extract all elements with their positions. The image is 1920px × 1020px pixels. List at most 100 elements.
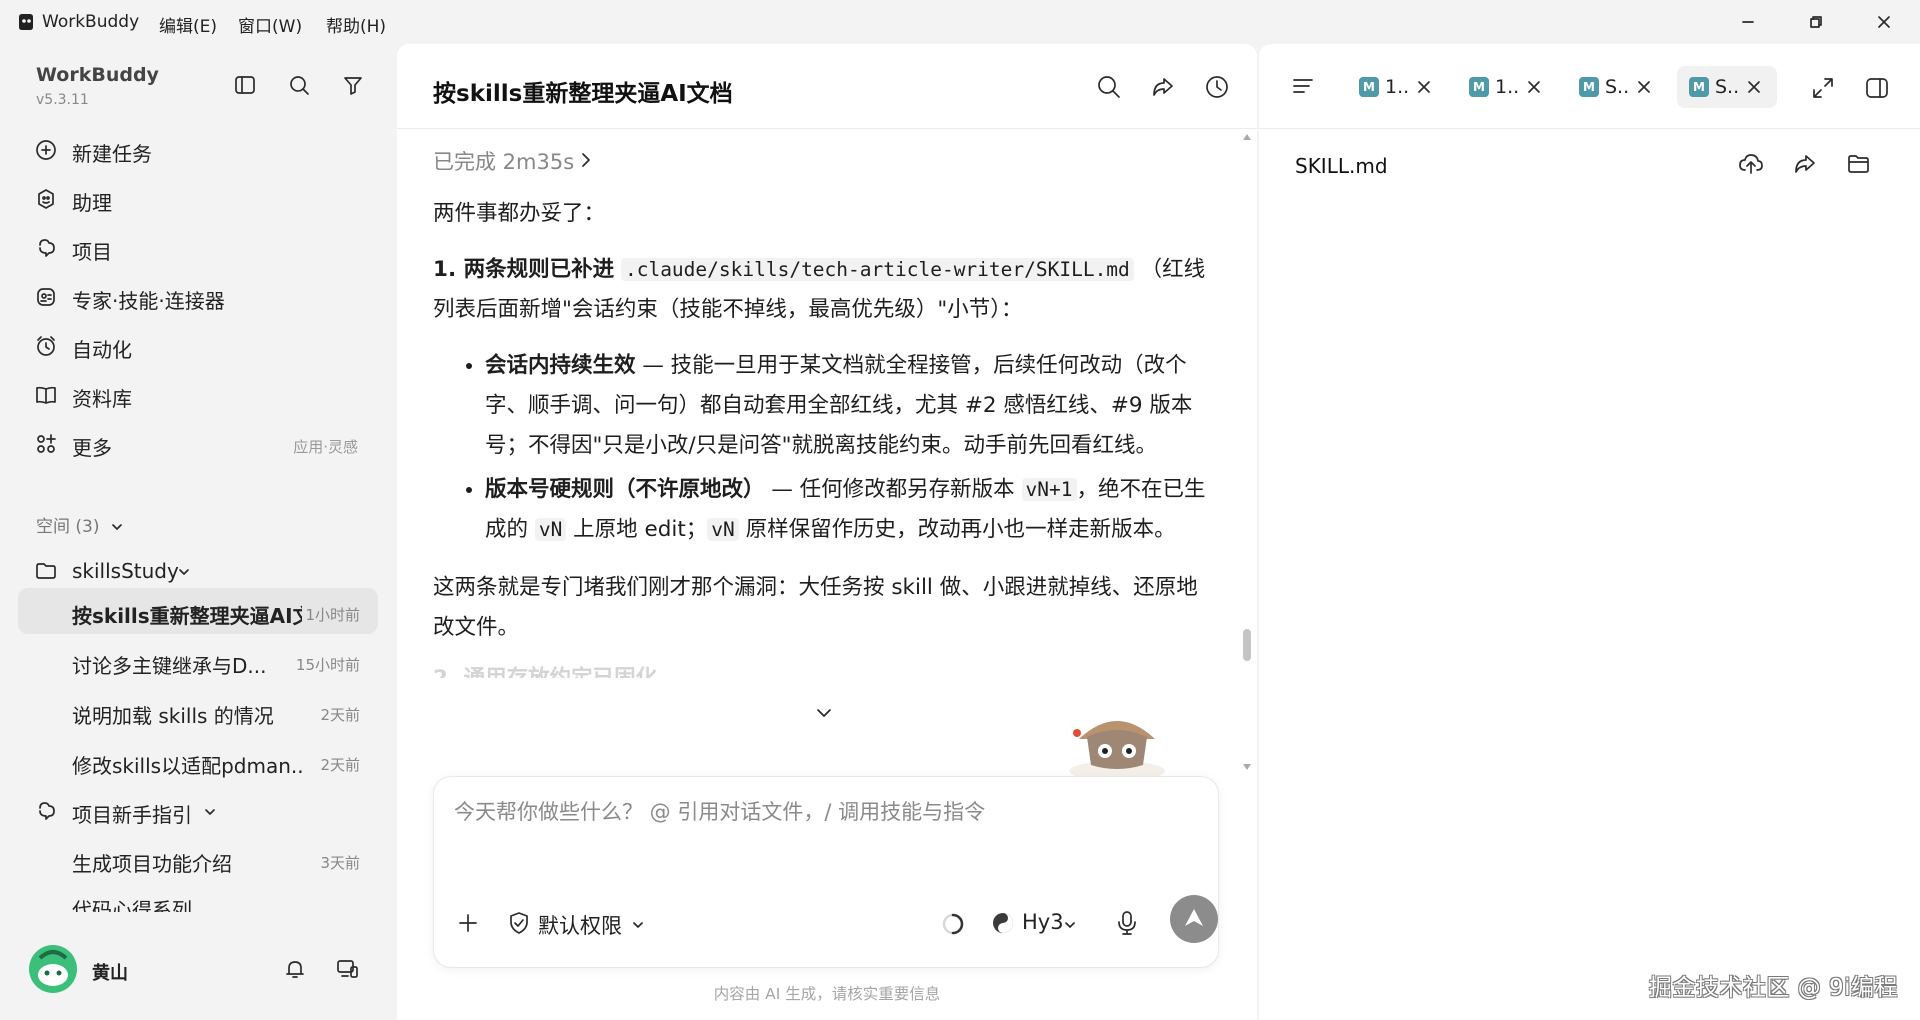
nav-more[interactable]: 更多 应用·灵感 [18,422,378,464]
tab-list-icon[interactable] [1289,72,1317,100]
expand-icon[interactable] [1809,74,1837,102]
space-header-label: 空间 (3) [36,517,100,537]
send-button[interactable] [1170,895,1218,943]
close-window-icon[interactable] [1872,10,1896,34]
chevron-right-icon[interactable] [579,151,593,169]
app-version: v5.3.11 [36,92,89,108]
send-arrow-icon [1185,909,1203,926]
inline-code: vN+1 [1021,478,1077,501]
task-time: 3天前 [320,854,360,872]
tab-file-4-active[interactable]: M S.. [1677,66,1777,108]
task-item[interactable]: 生成项目功能介绍 3天前 [18,836,378,882]
tab-file-1[interactable]: M 1.. [1347,66,1447,108]
ai-disclaimer: 内容由 AI 生成，请核实重要信息 [713,985,941,1003]
title-bar: WorkBuddy 编辑(E) 窗口(W) 帮助(H) [0,0,1920,44]
model-logo-icon [993,913,1013,933]
menu-window[interactable]: 窗口(W) [238,12,302,37]
task-item[interactable]: 修改skills以适配pdman... 2天前 [18,738,378,784]
scroll-down-arrow[interactable] [1243,764,1251,770]
expert-icon [37,288,55,306]
list-item: 会话内持续生效 — 技能一旦用于某文档就全程接管，后续任何改动（改个字、顺手调、… [485,346,1213,466]
nav-new-task[interactable]: 新建任务 [18,128,378,170]
chevron-down-icon [112,524,122,530]
nav-label: 项目 [72,240,112,264]
group-partial[interactable]: 代码心得系列 [18,896,378,912]
chevron-down-icon [1065,922,1075,928]
nav-experts[interactable]: 专家·技能·连接器 [18,275,378,317]
group-label: 代码心得系列 [72,898,192,912]
scrollbar-thumb[interactable] [1243,629,1251,661]
markdown-file-icon: M [1359,77,1379,97]
task-item-active[interactable]: 按skills重新整理夹逼AI文档 1小时前 [18,588,378,634]
message-input[interactable] [452,799,1196,825]
task-item[interactable]: 讨论多主键继承与D... 15小时前 [18,638,378,684]
app-name: WorkBuddy [42,12,140,32]
task-title: 修改skills以适配pdman... [72,754,302,778]
nav-library[interactable]: 资料库 [18,373,378,415]
close-icon[interactable] [1415,78,1433,96]
scroll-to-bottom-icon[interactable] [813,702,835,724]
space-header[interactable]: 空间 (3) [36,512,123,537]
search-icon[interactable] [1094,72,1124,102]
assistant-message: 两件事都办妥了： 1. 两条规则已补进 .claude/skills/tech-… [433,194,1213,694]
group-onboarding[interactable]: 项目新手指引 [18,790,378,830]
bullet-title: 版本号硬规则（不许原地改） [485,477,765,502]
nav-automation[interactable]: 自动化 [18,324,378,366]
nav-label: 资料库 [72,387,132,411]
history-icon[interactable] [1202,72,1232,102]
chevron-down-icon [179,569,189,575]
task-title: 讨论多主键继承与D... [72,654,267,678]
scroll-up-arrow[interactable] [1243,134,1251,140]
add-attachment-icon[interactable] [454,909,482,937]
task-time: 2天前 [320,756,360,774]
assistant-icon [38,189,54,209]
grid-icon [37,434,56,453]
task-title: 按skills重新整理夹逼AI文档 [72,604,302,628]
preview-file-name: SKILL.md [1295,154,1388,178]
message-intro: 两件事都办妥了： [433,201,606,226]
message-next-partial: 2. 通用存放约定已固化 [433,664,1213,678]
close-icon[interactable] [1635,78,1653,96]
divider [397,128,1257,129]
share-icon[interactable] [1148,72,1178,102]
menu-help[interactable]: 帮助(H) [326,12,386,37]
avatar[interactable] [28,944,78,994]
filter-icon[interactable] [340,72,366,98]
menu-edit[interactable]: 编辑(E) [159,12,217,37]
folder-open-icon[interactable] [1845,150,1873,178]
tab-file-2[interactable]: M 1.. [1457,66,1557,108]
bell-icon[interactable] [282,956,308,982]
bullet-text: — 任何修改都另存新版本 [764,477,1022,502]
task-time: 2天前 [320,706,360,724]
alarm-icon [37,336,55,356]
microphone-icon[interactable] [1114,909,1140,937]
nav-assistant[interactable]: 助理 [18,177,378,219]
toggle-panel-icon[interactable] [1863,74,1891,102]
inline-code: vN [707,518,739,541]
minimize-icon[interactable] [1736,10,1760,34]
search-icon[interactable] [286,72,312,98]
nav-label: 助理 [72,191,112,215]
nav-label: 专家·技能·连接器 [72,289,225,313]
markdown-file-icon: M [1469,77,1489,97]
group-skillsstudy[interactable]: skillsStudy [18,550,378,590]
run-status[interactable]: 已完成 2m35s [433,146,574,176]
close-icon[interactable] [1745,78,1763,96]
task-item[interactable]: 说明加载 skills 的情况 2天前 [18,688,378,734]
tab-file-3[interactable]: M S.. [1567,66,1667,108]
book-icon [36,386,56,404]
toggle-sidebar-icon[interactable] [232,72,258,98]
share-icon[interactable] [1791,150,1819,178]
close-icon[interactable] [1525,78,1543,96]
tab-label: 1.. [1495,76,1520,98]
tab-label: S.. [1605,76,1630,98]
message-item-1: 1. 两条规则已补进 .claude/skills/tech-article-w… [433,250,1213,330]
model-selector[interactable]: Hy3 [990,905,1090,941]
upload-cloud-icon[interactable] [1737,150,1765,178]
task-title: 说明加载 skills 的情况 [72,704,274,728]
restore-icon[interactable] [1804,10,1828,34]
nav-project[interactable]: 项目 [18,226,378,268]
composer: 默认权限 Hy3 [433,776,1219,968]
device-switch-icon[interactable] [334,956,360,982]
user-name[interactable]: 黄山 [92,959,128,985]
